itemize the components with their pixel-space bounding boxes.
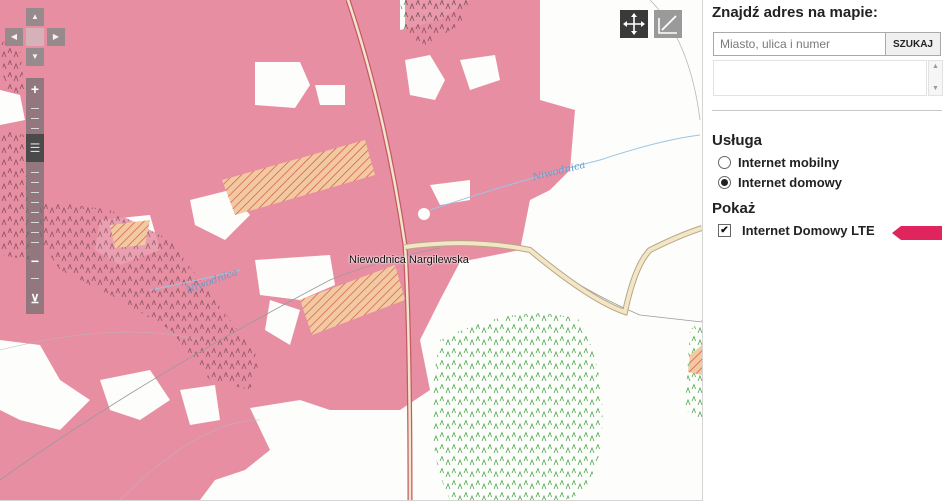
- draw-tool-button[interactable]: [654, 10, 682, 38]
- zoom-min-button[interactable]: ⊻: [26, 290, 44, 308]
- show-title: Pokaż: [712, 200, 756, 217]
- zoom-out-button[interactable]: −: [26, 252, 44, 270]
- address-search-input[interactable]: [713, 32, 887, 56]
- radio-mobile[interactable]: [718, 156, 731, 169]
- pan-left-button[interactable]: ◀: [5, 28, 23, 46]
- pan-up-button[interactable]: ▲: [26, 8, 44, 26]
- scroll-down-icon[interactable]: ▼: [929, 83, 942, 95]
- pan-center: [26, 28, 44, 46]
- side-panel: Znajdź adres na mapie: SZUKAJ ▲ ▼ Usługa…: [710, 0, 943, 502]
- pan-right-button[interactable]: ▶: [47, 28, 65, 46]
- search-button[interactable]: SZUKAJ: [885, 32, 941, 56]
- layer-option-lte[interactable]: ✔ Internet Domowy LTE: [718, 223, 875, 238]
- place-label: Niewodnica Nargilewska: [349, 254, 469, 266]
- search-title: Znajdź adres na mapie:: [712, 4, 878, 21]
- move-icon: [623, 13, 645, 35]
- draw-icon: [658, 15, 677, 34]
- checkbox-lte[interactable]: ✔: [718, 224, 731, 237]
- scroll-up-icon[interactable]: ▲: [929, 61, 942, 73]
- legend-swatch: [892, 226, 942, 240]
- zoom-in-button[interactable]: +: [26, 80, 44, 98]
- move-tool-button[interactable]: [620, 10, 648, 38]
- zoom-control: + ☰ − ⊻: [26, 78, 44, 314]
- service-option-home[interactable]: Internet domowy: [718, 175, 842, 190]
- service-option-mobile[interactable]: Internet mobilny: [718, 155, 839, 170]
- map-canvas[interactable]: Niwodnica Niwodnica Niewodnica Nargilews…: [0, 0, 703, 501]
- radio-home[interactable]: [718, 176, 731, 189]
- map-base: [0, 0, 702, 500]
- zoom-slider-handle[interactable]: ☰: [26, 134, 44, 162]
- service-option-label: Internet mobilny: [738, 155, 840, 170]
- results-scrollbar[interactable]: ▲ ▼: [928, 60, 943, 96]
- search-results-box[interactable]: [713, 60, 927, 96]
- service-title: Usługa: [712, 132, 763, 149]
- pan-control: ▲ ◀ ▶ ▼: [5, 8, 65, 68]
- divider: [712, 110, 942, 111]
- service-option-label: Internet domowy: [738, 175, 843, 190]
- pan-down-button[interactable]: ▼: [26, 48, 44, 66]
- layer-option-label: Internet Domowy LTE: [742, 223, 875, 238]
